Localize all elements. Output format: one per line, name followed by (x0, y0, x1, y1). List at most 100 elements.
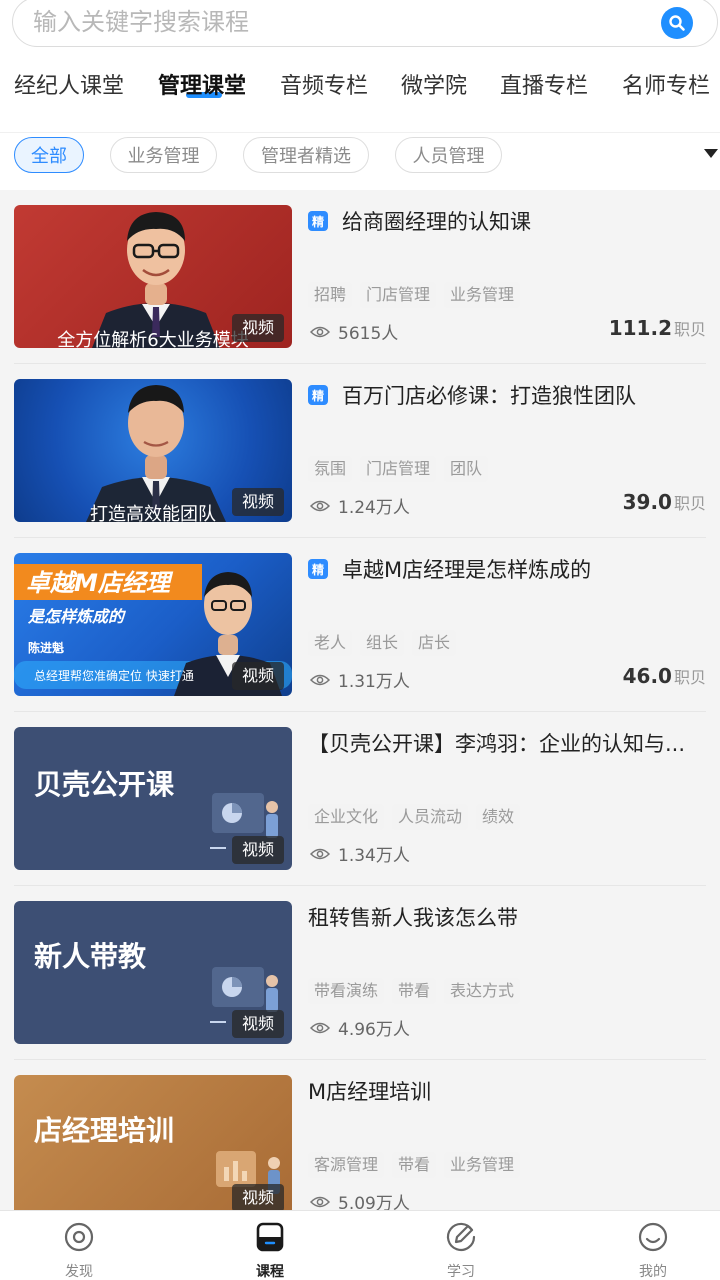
nav-label: 发现 (65, 1264, 93, 1280)
top-header: 经纪人课堂 管理课堂 音频专栏 微学院 直播专栏 名师专栏 全部 业务管理 管理… (0, 0, 720, 190)
thumbnail-caption: 总经理帮您准确定位 快速打通 (34, 669, 194, 683)
thumbnail-title: 店经理培训 (34, 1114, 175, 1147)
course-price: 39.0 职贝 (623, 490, 706, 514)
eye-icon (310, 326, 330, 337)
nav-mine[interactable]: 我的 (593, 1211, 713, 1280)
course-tag: 店长 (412, 630, 457, 656)
course-tags: 招聘 门店管理 业务管理 (308, 282, 521, 308)
view-count-text: 1.34万人 (338, 846, 410, 866)
video-badge: 视频 (231, 314, 284, 342)
course-icon (256, 1222, 284, 1252)
course-tag: 带看 (392, 978, 437, 1004)
course-title-row: 租转售新人我该怎么带 (308, 902, 708, 932)
featured-badge-icon: 精 (308, 385, 328, 405)
course-card[interactable]: 打造高效能团队 视频 精 百万门店必修课：打造狼性团队 氛围 门店管理 团队 1… (0, 364, 720, 538)
view-count-text: 1.31万人 (338, 672, 410, 692)
course-tag: 带看演练 (308, 978, 385, 1004)
category-tabs: 经纪人课堂 管理课堂 音频专栏 微学院 直播专栏 名师专栏 (0, 62, 720, 110)
search-input[interactable] (33, 6, 633, 38)
price-unit: 职贝 (673, 320, 706, 339)
course-tag: 组长 (360, 630, 405, 656)
expand-filters-icon[interactable] (704, 149, 718, 158)
price-value: 46.0 (622, 664, 672, 688)
course-tags: 带看演练 带看 表达方式 (308, 978, 521, 1004)
eye-icon (310, 500, 330, 511)
course-tags: 老人 组长 店长 (308, 630, 457, 656)
course-tags: 客源管理 带看 业务管理 (308, 1152, 521, 1178)
nav-discover[interactable]: 发现 (19, 1211, 139, 1280)
view-count: 5615人 (310, 319, 398, 344)
course-tag: 表达方式 (444, 978, 521, 1004)
course-tag: 客源管理 (308, 1152, 385, 1178)
featured-badge-icon: 精 (308, 559, 328, 579)
tab-famous-teacher[interactable]: 名师专栏 (622, 68, 710, 100)
course-card[interactable]: 新人带教 视频 租转售新人我该怎么带 带看演练 带看 表达方式 4.96万人 (0, 886, 720, 1060)
course-card[interactable]: 卓越M店经理 是怎样炼成的 陈进魁 总经理帮您准确定位 快速打通 视频 精 卓越… (0, 538, 720, 712)
course-title-row: 精 百万门店必修课：打造狼性团队 (308, 380, 708, 410)
filter-chip-personnel[interactable]: 人员管理 (395, 137, 502, 173)
thumbnail-title: 卓越M店经理 (26, 569, 170, 597)
course-tag: 带看 (392, 1152, 437, 1178)
eye-icon (310, 674, 330, 685)
tab-live-column[interactable]: 直播专栏 (500, 68, 588, 100)
video-badge: 视频 (231, 1184, 284, 1210)
filter-chip-manager-picks[interactable]: 管理者精选 (243, 137, 369, 173)
nav-study[interactable]: 学习 (401, 1211, 521, 1280)
course-tag: 绩效 (476, 804, 521, 830)
view-count: 1.31万人 (310, 667, 410, 692)
course-tag: 业务管理 (444, 1152, 521, 1178)
course-list: 全方位解析6大业务模块 视频 精 给商圈经理的认知课 招聘 门店管理 业务管理 … (0, 190, 720, 1210)
view-count-text: 5.09万人 (338, 1194, 410, 1210)
course-thumbnail: 贝壳公开课 视频 (14, 727, 292, 870)
thumbnail-presenter-name: 陈进魁 (28, 641, 65, 655)
thumbnail-title: 贝壳公开课 (34, 768, 175, 801)
eye-icon (310, 1022, 330, 1033)
course-tags: 企业文化 人员流动 绩效 (308, 804, 521, 830)
course-thumbnail: 店经理培训 视频 (14, 1075, 292, 1210)
course-thumbnail: 卓越M店经理 是怎样炼成的 陈进魁 总经理帮您准确定位 快速打通 视频 (14, 553, 292, 696)
price-unit: 职贝 (673, 494, 706, 513)
nav-label: 我的 (639, 1264, 667, 1280)
search-button[interactable] (661, 7, 693, 39)
eye-icon (310, 848, 330, 859)
tab-management-class[interactable]: 管理课堂 (158, 68, 246, 100)
course-tag: 老人 (308, 630, 353, 656)
view-count: 1.24万人 (310, 493, 410, 518)
nav-courses[interactable]: 课程 (210, 1211, 330, 1280)
course-price: 111.2 职贝 (609, 316, 706, 340)
view-count-text: 1.24万人 (338, 498, 410, 518)
course-card[interactable]: 店经理培训 视频 M店经理培训 客源管理 带看 业务管理 5.09万人 (0, 1060, 720, 1210)
course-title: 租转售新人我该怎么带 (308, 906, 518, 930)
target-icon (64, 1222, 94, 1252)
course-thumbnail: 全方位解析6大业务模块 视频 (14, 205, 292, 348)
thumbnail-subtitle: 是怎样炼成的 (28, 607, 125, 626)
filter-chips: 全部 业务管理 管理者精选 人员管理 (0, 132, 720, 176)
tab-micro-academy[interactable]: 微学院 (401, 68, 467, 100)
filter-chip-business[interactable]: 业务管理 (110, 137, 217, 173)
tab-audio-column[interactable]: 音频专栏 (280, 68, 368, 100)
search-icon (669, 15, 685, 31)
price-value: 39.0 (622, 490, 672, 514)
course-tag: 企业文化 (308, 804, 385, 830)
course-title: 百万门店必修课：打造狼性团队 (342, 384, 636, 408)
price-unit: 职贝 (673, 668, 706, 687)
filter-chip-all[interactable]: 全部 (14, 137, 84, 173)
search-bar[interactable] (12, 0, 718, 47)
bottom-navigation: 发现 课程 学习 我的 (0, 1210, 720, 1280)
pen-icon (446, 1222, 476, 1252)
course-tag: 招聘 (308, 282, 353, 308)
thumbnail-title: 新人带教 (34, 940, 147, 973)
course-card[interactable]: 贝壳公开课 视频 【贝壳公开课】李鸿羽：企业的认知与... 企业文化 人员流动 … (0, 712, 720, 886)
price-value: 111.2 (608, 316, 672, 340)
smile-icon (638, 1222, 668, 1252)
view-count: 1.34万人 (310, 841, 410, 866)
course-card[interactable]: 全方位解析6大业务模块 视频 精 给商圈经理的认知课 招聘 门店管理 业务管理 … (0, 190, 720, 364)
course-price: 46.0 职贝 (623, 664, 706, 688)
eye-icon (310, 1196, 330, 1207)
nav-label: 课程 (256, 1264, 284, 1280)
course-title-row: 【贝壳公开课】李鸿羽：企业的认知与... (308, 728, 708, 758)
nav-label: 学习 (447, 1264, 475, 1280)
tab-agent-class[interactable]: 经纪人课堂 (14, 68, 124, 100)
video-badge: 视频 (231, 662, 284, 690)
course-thumbnail: 新人带教 视频 (14, 901, 292, 1044)
